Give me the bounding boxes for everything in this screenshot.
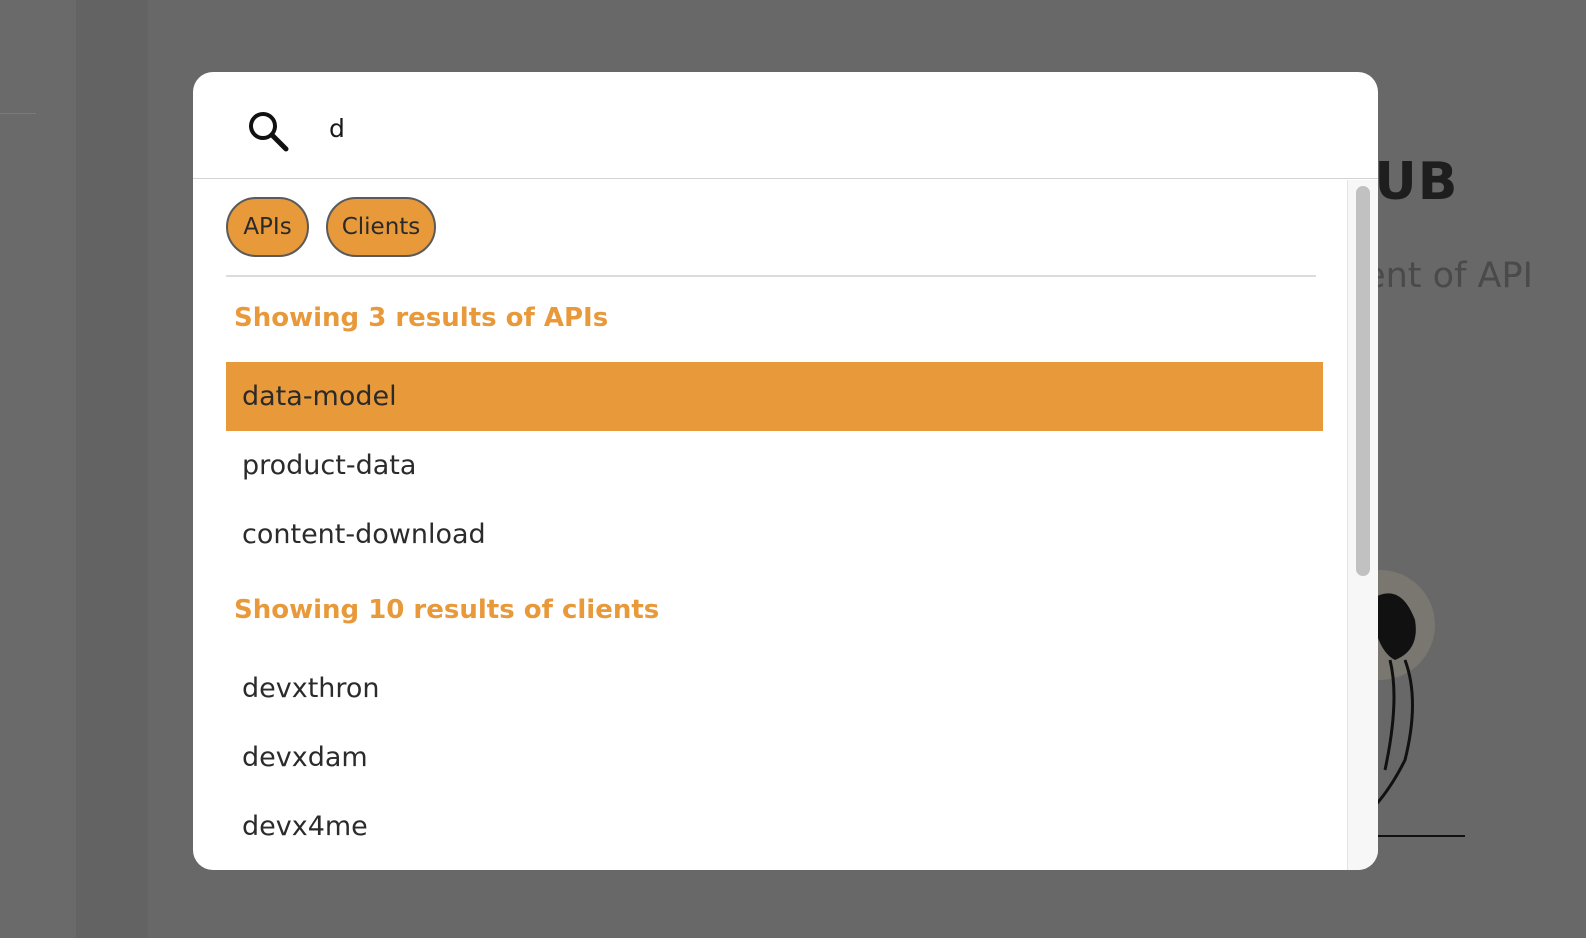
results-scrollbar[interactable]	[1347, 180, 1378, 870]
apis-section-heading: Showing 3 results of APIs	[234, 303, 609, 333]
client-result-item[interactable]: devx4me	[226, 792, 1323, 861]
api-result-item[interactable]: content-download	[226, 500, 1323, 569]
background-sidebar-edge	[76, 0, 148, 938]
client-result-item[interactable]: devxthron	[226, 654, 1323, 723]
client-result-item[interactable]: devxdam	[226, 723, 1323, 792]
api-result-item[interactable]: product-data	[226, 431, 1323, 500]
search-icon	[249, 112, 289, 152]
background-sidebar	[0, 0, 76, 938]
clients-section-heading: Showing 10 results of clients	[234, 595, 660, 625]
scrollbar-thumb[interactable]	[1356, 186, 1370, 576]
search-modal: APIs Clients Showing 3 results of APIs d…	[193, 72, 1378, 870]
background-divider	[0, 113, 36, 114]
filter-chips: APIs Clients	[226, 197, 436, 257]
filter-chip-clients[interactable]: Clients	[326, 197, 436, 257]
filter-chip-apis[interactable]: APIs	[226, 197, 309, 257]
api-result-item[interactable]: data-model	[226, 362, 1323, 431]
search-bar	[193, 72, 1378, 179]
results-divider	[226, 275, 1316, 277]
search-input[interactable]	[329, 106, 1329, 150]
search-results: APIs Clients Showing 3 results of APIs d…	[193, 180, 1347, 870]
